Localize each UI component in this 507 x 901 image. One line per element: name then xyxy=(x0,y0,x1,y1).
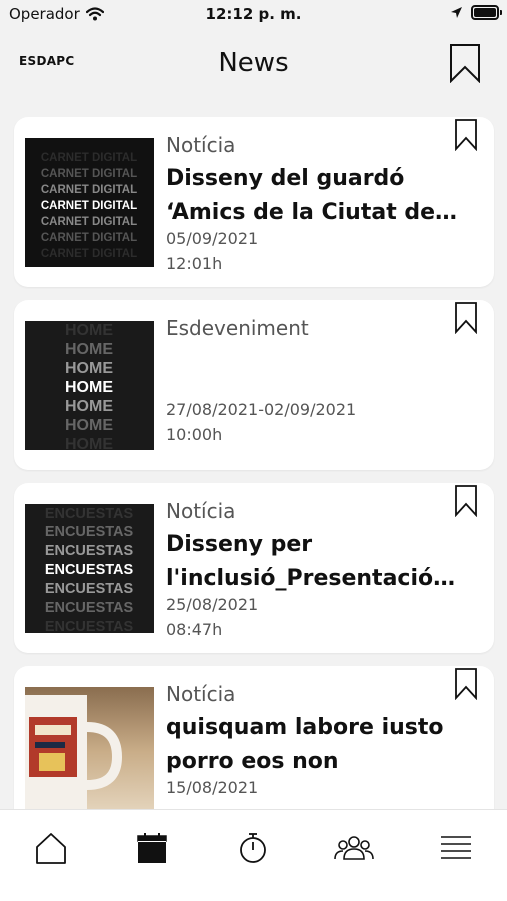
thumb-line: ENCUESTAS xyxy=(45,562,134,578)
card-time: 08:47h xyxy=(166,620,223,639)
bookmark-icon[interactable] xyxy=(454,668,478,700)
card-type: Notícia xyxy=(166,682,236,706)
card-type: Esdeveniment xyxy=(166,316,309,340)
news-card[interactable]: Notícia quisquam labore iusto porro eos … xyxy=(14,666,494,809)
thumb-line: HOME xyxy=(65,379,113,396)
top-header: ESDAPC News xyxy=(0,30,507,100)
bottom-tab-bar xyxy=(0,809,507,901)
card-title-line: ‘Amics de la Ciutat de… xyxy=(166,200,458,225)
card-date: 25/08/2021 xyxy=(166,595,259,614)
location-arrow-icon xyxy=(451,7,462,18)
thumb-line: HOME xyxy=(65,398,113,415)
thumb-line: ENCUESTAS xyxy=(45,543,134,559)
bookmarks-button[interactable] xyxy=(448,43,482,83)
card-type: Notícia xyxy=(166,133,236,157)
thumb-line: HOME xyxy=(65,436,113,450)
news-card[interactable]: CARNET DIGITAL CARNET DIGITAL CARNET DIG… xyxy=(14,117,494,287)
thumb-line: ENCUESTAS xyxy=(45,600,134,616)
card-thumbnail: CARNET DIGITAL CARNET DIGITAL CARNET DIG… xyxy=(25,138,154,267)
thumbnail-text-art: CARNET DIGITAL CARNET DIGITAL CARNET DIG… xyxy=(25,138,154,267)
wifi-icon xyxy=(85,7,104,21)
news-card[interactable]: ENCUESTAS ENCUESTAS ENCUESTAS ENCUESTAS … xyxy=(14,483,494,653)
bookmark-icon[interactable] xyxy=(454,485,478,517)
card-title-line: Disseny per xyxy=(166,532,313,557)
tab-calendar[interactable] xyxy=(132,828,172,868)
people-icon xyxy=(334,836,374,860)
thumb-line: HOME xyxy=(65,417,113,434)
thumb-line: HOME xyxy=(65,341,113,358)
card-title: Disseny per l'inclusió_Presentació… xyxy=(166,528,476,596)
news-list[interactable]: CARNET DIGITAL CARNET DIGITAL CARNET DIG… xyxy=(0,100,507,809)
thumb-line: CARNET DIGITAL xyxy=(41,248,137,260)
card-time: 10:00h xyxy=(166,425,223,444)
card-thumbnail: HOME HOME HOME HOME HOME HOME HOME xyxy=(25,321,154,450)
thumb-line: CARNET DIGITAL xyxy=(41,184,137,196)
thumb-line: HOME xyxy=(65,322,113,339)
calendar-icon xyxy=(137,833,167,863)
card-type: Notícia xyxy=(166,499,236,523)
card-date: 05/09/2021 xyxy=(166,229,259,248)
mug-photo xyxy=(25,687,154,809)
menu-icon xyxy=(441,836,471,859)
card-title: Disseny del guardó ‘Amics de la Ciutat d… xyxy=(166,162,476,230)
thumb-line: CARNET DIGITAL xyxy=(41,168,137,180)
thumb-line: CARNET DIGITAL xyxy=(41,216,137,228)
thumb-line: ENCUESTAS xyxy=(45,581,134,597)
stopwatch-icon xyxy=(240,833,266,863)
card-thumbnail: ENCUESTAS ENCUESTAS ENCUESTAS ENCUESTAS … xyxy=(25,504,154,633)
thumbnail-text-art: ENCUESTAS ENCUESTAS ENCUESTAS ENCUESTAS … xyxy=(25,504,154,633)
tab-community[interactable] xyxy=(334,828,374,868)
thumb-line: CARNET DIGITAL xyxy=(41,152,137,164)
thumb-line: CARNET DIGITAL xyxy=(41,200,137,212)
status-right xyxy=(450,5,502,20)
card-time: 12:01h xyxy=(166,254,223,273)
card-title: quisquam labore iusto porro eos non xyxy=(166,711,476,779)
thumbnail-text-art: HOME HOME HOME HOME HOME HOME HOME xyxy=(25,321,154,450)
tab-menu[interactable] xyxy=(436,828,476,868)
card-title-line: quisquam labore iusto xyxy=(166,715,444,740)
card-title-line: l'inclusió_Presentació… xyxy=(166,566,456,591)
card-title-line: Disseny del guardó xyxy=(166,166,405,191)
page-title: News xyxy=(218,48,289,78)
thumb-line: CARNET DIGITAL xyxy=(41,232,137,244)
bookmark-icon[interactable] xyxy=(454,302,478,334)
status-bar: Operador 12:12 p. m. xyxy=(0,0,507,30)
carrier-name: Operador xyxy=(9,5,80,23)
tab-timer[interactable] xyxy=(233,828,273,868)
card-thumbnail xyxy=(25,687,154,809)
thumb-line: ENCUESTAS xyxy=(45,619,134,633)
bookmark-icon[interactable] xyxy=(454,119,478,151)
carrier-indicator: Operador xyxy=(9,5,104,23)
news-card[interactable]: HOME HOME HOME HOME HOME HOME HOME Esdev… xyxy=(14,300,494,470)
card-date: 27/08/2021-02/09/2021 xyxy=(166,400,357,419)
card-title-line: porro eos non xyxy=(166,749,339,774)
home-icon xyxy=(36,833,66,864)
card-date: 15/08/2021 xyxy=(166,778,259,797)
thumb-line: ENCUESTAS xyxy=(45,524,134,540)
battery-icon xyxy=(471,5,502,20)
thumb-line: HOME xyxy=(65,360,113,377)
tab-home[interactable] xyxy=(31,828,71,868)
thumb-line: ENCUESTAS xyxy=(45,506,134,522)
